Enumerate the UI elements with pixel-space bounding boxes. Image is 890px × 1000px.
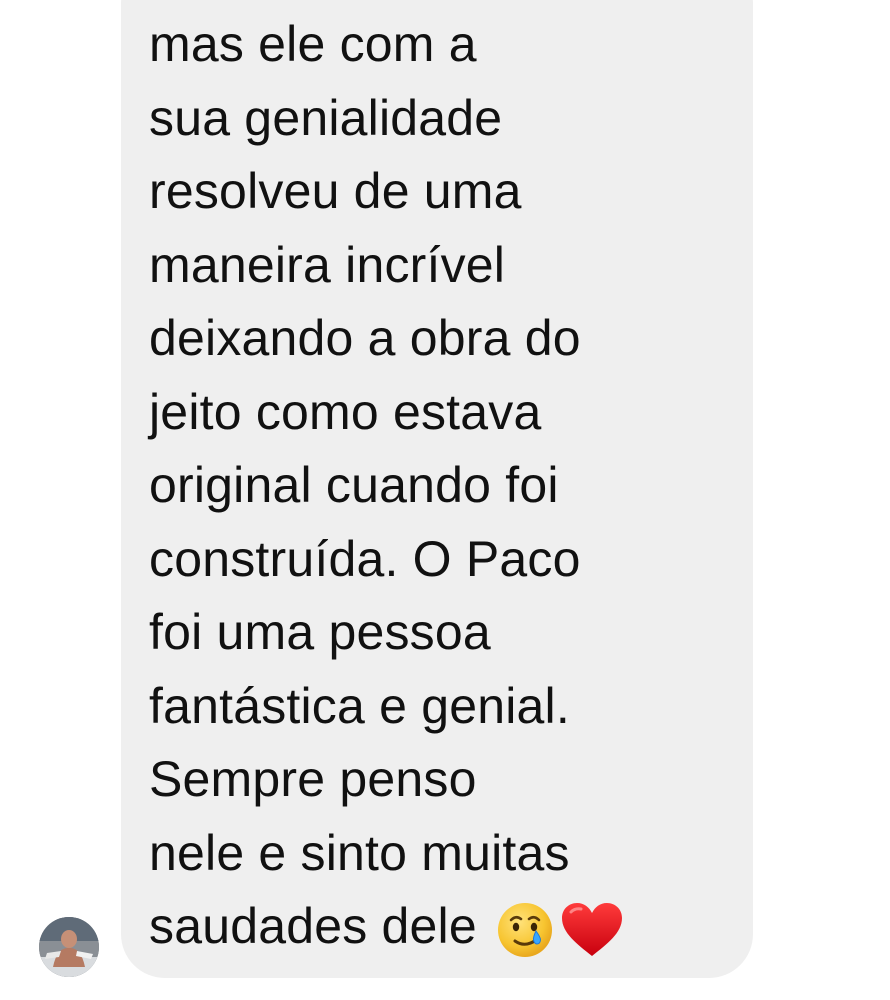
message-line: resolveu de uma <box>149 163 522 219</box>
message-line: maneira incrível <box>149 236 506 293</box>
message-line: jeito como estava <box>149 383 542 440</box>
message-line: nele e sinto muitas <box>149 824 570 881</box>
message-line: construída. O Paco <box>149 530 581 587</box>
message-line-last: saudades dele <box>149 890 739 964</box>
red-heart-icon <box>561 902 622 956</box>
chat-screen: mas ele com a sua genialidade resolveu d… <box>0 0 890 1000</box>
profile-photo-icon[interactable] <box>39 917 99 977</box>
message-line: foi uma pessoa <box>149 604 491 660</box>
avatar-photo <box>39 917 99 977</box>
message-line: original cuando foi <box>149 457 559 513</box>
message-line: sua genialidade <box>149 89 503 146</box>
message-text: mas ele com a sua genialidade resolveu d… <box>149 8 739 964</box>
message-line: fantástica e genial. <box>149 677 570 734</box>
smiling-face-with-tear-icon <box>497 902 552 957</box>
message-line-text: saudades dele <box>149 898 477 954</box>
message-line: mas ele com a <box>149 16 477 72</box>
message-line: Sempre penso <box>149 751 477 807</box>
message-line: deixando a obra do <box>149 310 581 366</box>
